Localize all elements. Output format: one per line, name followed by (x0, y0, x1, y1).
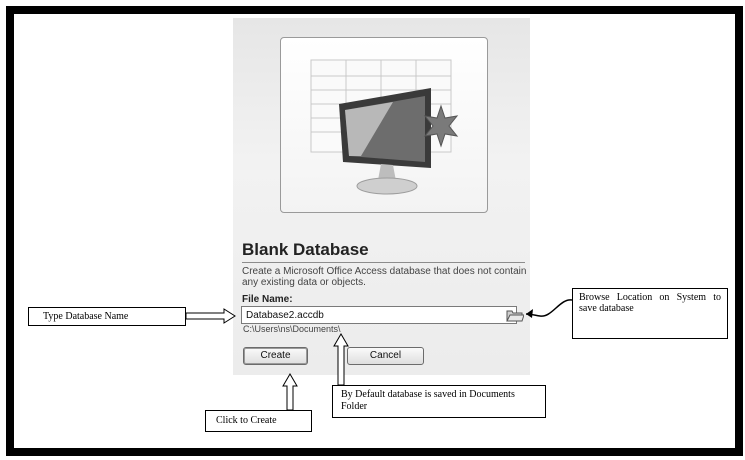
annotation-arrows (185, 299, 573, 411)
arrow-right-icon (185, 308, 236, 324)
arrow-up-icon (333, 333, 349, 386)
arrow-up-icon (282, 373, 298, 411)
arrow-curved-icon (525, 299, 573, 317)
